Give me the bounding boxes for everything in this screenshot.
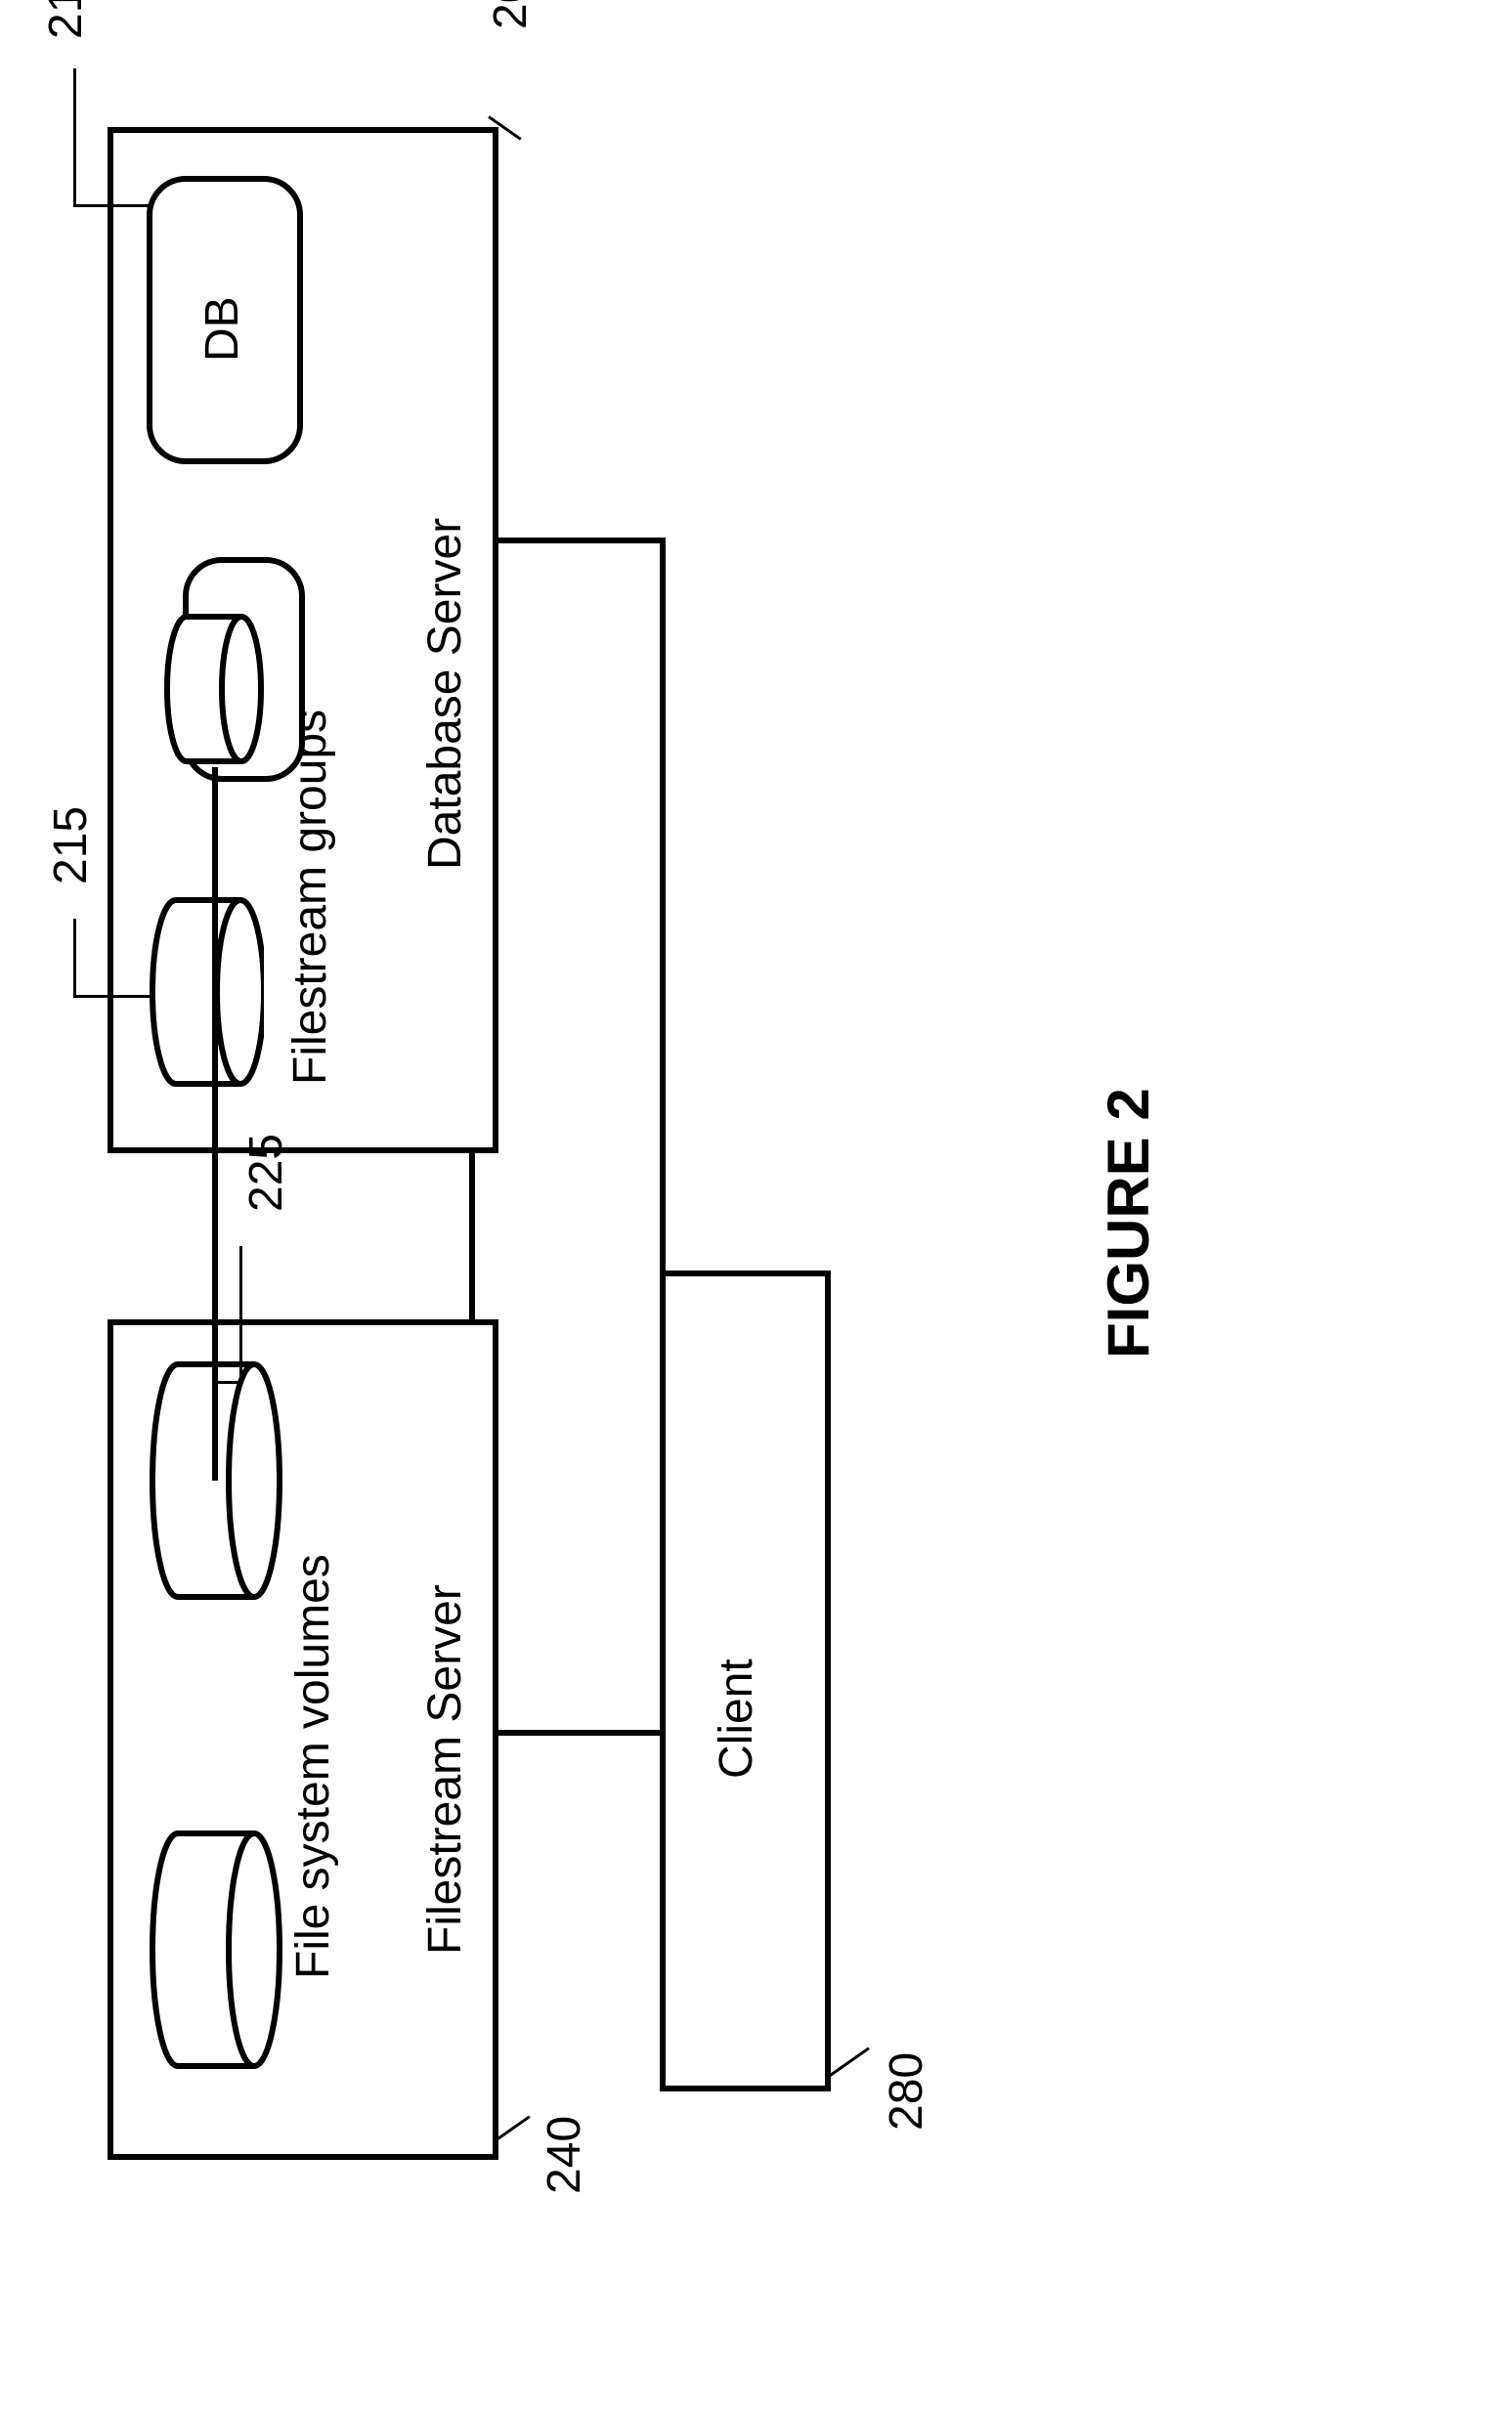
database-server-title: Database Server	[418, 479, 472, 870]
conn-db-fs	[469, 1153, 475, 1319]
filestream-groups-label: Filestream groups	[283, 674, 337, 1085]
ref-215: 215	[44, 806, 98, 884]
db-1-label: DB	[195, 283, 249, 362]
leader-225b	[217, 1381, 242, 1384]
leader-280	[828, 2047, 870, 2078]
filestream-group-cyl-2	[161, 611, 264, 767]
file-system-volume-cyl-2	[147, 1828, 283, 2072]
leader-215b	[73, 995, 151, 998]
filestream-group-cyl-1	[147, 894, 264, 1090]
ref-210: 210	[39, 0, 93, 39]
ref-240: 240	[538, 2116, 591, 2194]
diagram-page: Database Server Filestream Server Client…	[0, 0, 1512, 2412]
file-system-volumes-label: File system volumes	[286, 1510, 340, 1979]
ref-225: 225	[239, 1134, 293, 1212]
ref-200: 200	[484, 0, 538, 29]
leader-210	[73, 68, 76, 205]
leader-215	[73, 919, 76, 997]
figure-caption: FIGURE 2	[1095, 1055, 1162, 1358]
conn-fs-client-h1	[498, 1730, 665, 1736]
leader-210b	[73, 204, 151, 207]
conn-db-client-v	[498, 538, 665, 543]
ref-280: 280	[880, 2052, 933, 2131]
leader-225	[239, 1246, 242, 1383]
client-label: Client	[710, 1622, 763, 1779]
filestream-server-title: Filestream Server	[418, 1534, 472, 1955]
conn-db-client-h	[660, 538, 666, 1275]
conn-group-volume	[212, 767, 218, 1481]
